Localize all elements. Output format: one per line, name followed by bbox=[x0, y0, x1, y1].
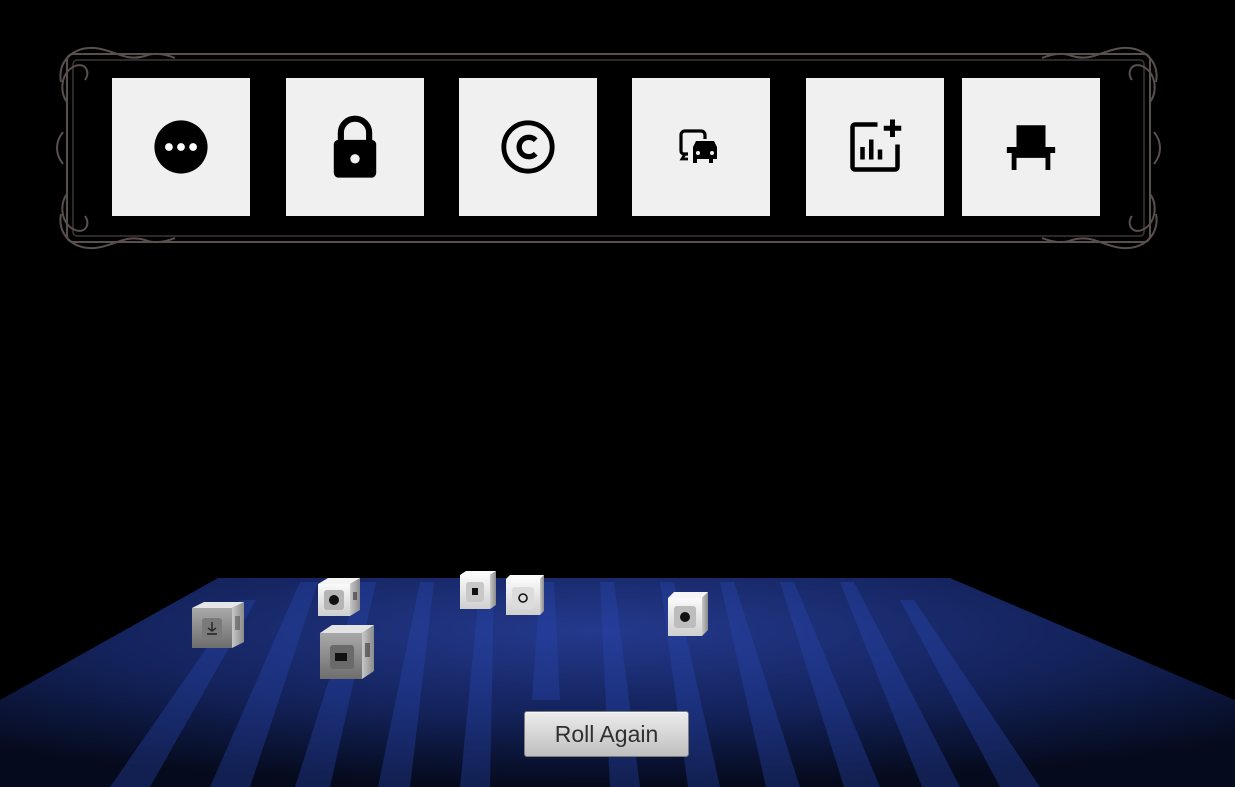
die-2[interactable] bbox=[318, 578, 360, 616]
roll-again-button[interactable]: Roll Again bbox=[524, 711, 689, 757]
more-horizontal-icon bbox=[329, 595, 339, 605]
die-4[interactable] bbox=[460, 571, 496, 609]
lock-icon bbox=[472, 588, 478, 595]
die-5[interactable] bbox=[506, 575, 544, 615]
dice-board bbox=[0, 571, 1235, 787]
die-6[interactable] bbox=[668, 592, 708, 636]
die-3[interactable] bbox=[320, 625, 374, 679]
die-1[interactable] bbox=[192, 602, 244, 648]
commute-icon bbox=[335, 653, 347, 661]
more-horizontal-icon bbox=[680, 612, 690, 622]
